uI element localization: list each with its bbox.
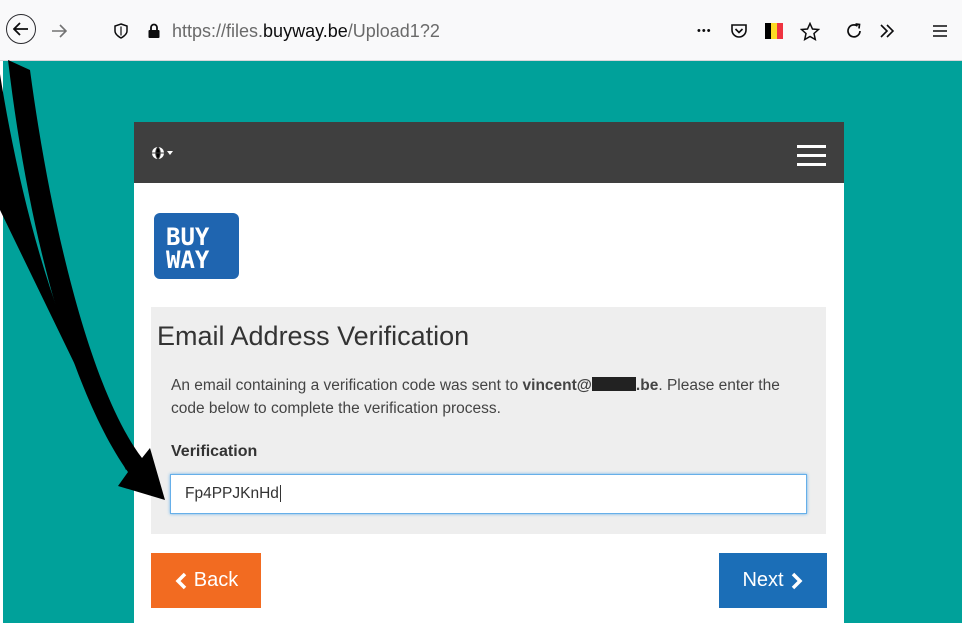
chevron-left-icon [175,572,187,589]
site-navbar [134,122,844,183]
back-button[interactable]: Back [151,553,261,608]
annotation-arrow [0,60,165,500]
reload-icon[interactable] [845,16,863,46]
browser-menu-icon[interactable] [932,16,948,46]
browser-toolbar: https://files.buyway.be/Upload1?2 ••• [0,0,962,61]
chevron-right-icon [791,572,803,589]
page-actions-menu-button[interactable]: ••• [697,16,712,46]
arrow-left-icon [13,22,28,36]
lock-icon[interactable] [139,16,169,46]
bookmark-star-icon[interactable] [800,16,820,46]
verification-card: BUY WAY Email Address Verification An em… [134,122,844,623]
browser-back-button[interactable] [6,14,36,44]
tracking-protection-shield-icon[interactable] [106,16,136,46]
verification-label: Verification [171,443,258,460]
redaction-bar [591,377,636,391]
browser-forward-button[interactable] [44,16,74,46]
url-path: /Upload1?2 [347,21,440,41]
pocket-icon[interactable] [730,16,748,46]
belgium-flag-icon[interactable] [764,16,784,46]
hamburger-menu-icon[interactable] [797,145,826,166]
address-bar[interactable]: https://files.buyway.be/Upload1?2 [172,21,440,42]
url-prefix: https://files. [172,21,264,41]
ellipsis-icon: ••• [697,25,712,37]
overflow-chevron-icon[interactable] [878,16,896,46]
verification-message: An email containing a verification code … [171,377,780,417]
verification-panel: Email Address Verification An email cont… [151,307,826,534]
page-title: Email Address Verification [157,321,470,351]
arrow-right-icon [52,24,67,38]
verification-code-input[interactable]: Fp4PPJKnHd [170,474,807,514]
url-domain: buyway.be [263,21,348,41]
next-button[interactable]: Next [719,553,827,608]
